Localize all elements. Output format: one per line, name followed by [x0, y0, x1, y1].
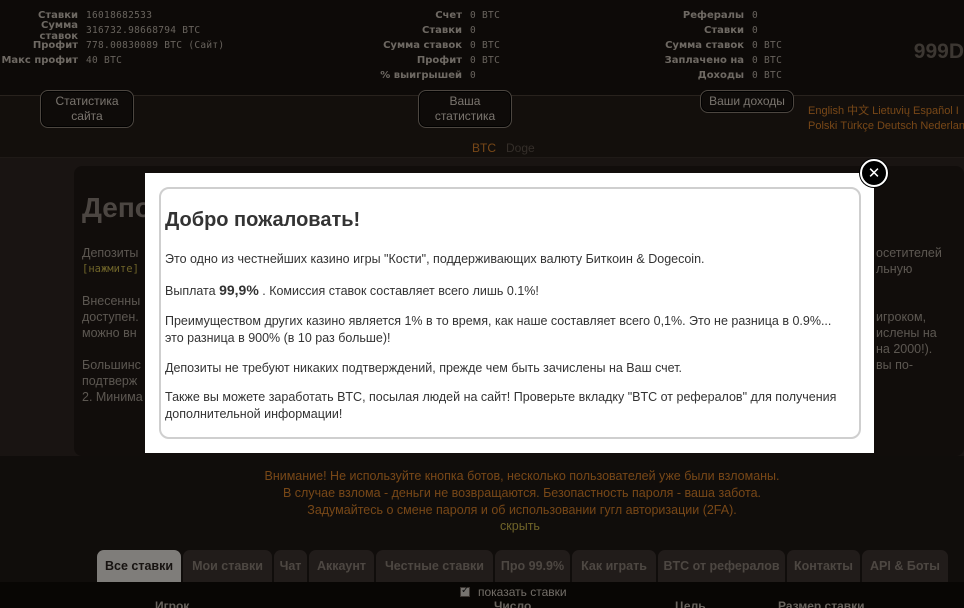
modal-paragraph: Это одно из честнейших казино игры "Кост…	[165, 252, 705, 266]
modal-close-button[interactable]: ✕	[860, 159, 888, 187]
modal-paragraph: Также вы можете заработать BTC, посылая …	[165, 390, 837, 421]
payout-suffix: . Комиссия ставок составляет всего лишь …	[258, 284, 539, 298]
welcome-modal: Добро пожаловать! Это одно из честнейших…	[145, 173, 874, 453]
payout-percent: 99,9%	[219, 282, 259, 298]
modal-title: Добро пожаловать!	[165, 209, 361, 231]
modal-paragraph-payout: Выплата 99,9% . Комиссия ставок составля…	[165, 282, 845, 300]
modal-paragraph: Преимуществом других казино является 1% …	[165, 314, 832, 345]
close-icon: ✕	[867, 163, 881, 182]
modal-paragraph: Депозиты не требуют никаких подтверждени…	[165, 361, 683, 375]
modal-content: Добро пожаловать! Это одно из честнейших…	[159, 187, 861, 439]
payout-prefix: Выплата	[165, 284, 220, 298]
